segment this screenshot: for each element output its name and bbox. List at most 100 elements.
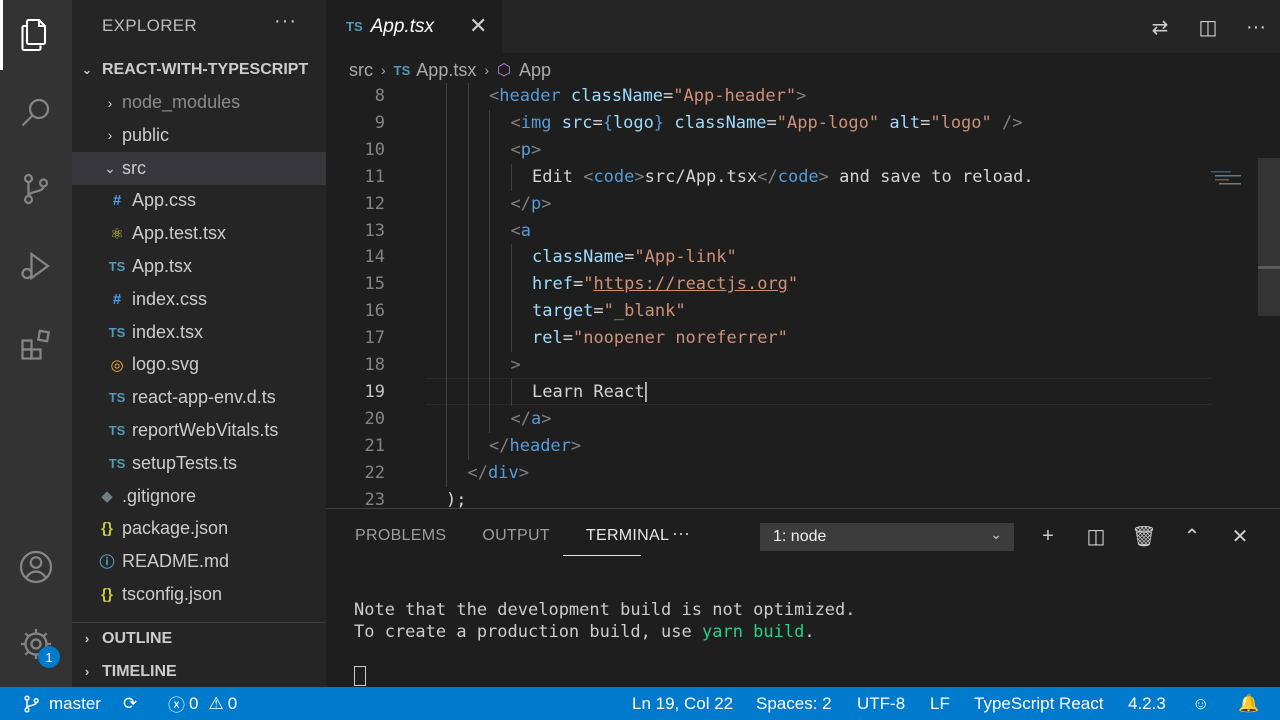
code-token: > [818, 166, 829, 187]
run-debug-icon[interactable] [0, 231, 72, 301]
bell-icon[interactable]: 🔔 [1238, 687, 1259, 720]
language-mode[interactable]: TypeScript React [974, 687, 1103, 720]
file-tree-item[interactable]: › public [72, 119, 326, 152]
terminal-output[interactable]: Note that the development build is not o… [354, 599, 856, 643]
test-file-icon: ⚛ [110, 225, 124, 243]
file-tree-label: react-app-env.d.ts [132, 387, 276, 408]
branch-indicator[interactable]: master [22, 687, 101, 720]
code-token: Learn React [532, 381, 645, 402]
outline-section[interactable]: › OUTLINE [72, 622, 326, 655]
code-line: 18 > [326, 352, 1226, 379]
indent-guide [467, 298, 469, 326]
trash-icon[interactable]: 🗑 [1120, 521, 1168, 551]
panel-more-button[interactable]: ··· [672, 523, 690, 544]
code-token: > [634, 166, 645, 187]
panel-tab-terminal[interactable]: TERMINAL [586, 527, 669, 547]
panel-tab-problems[interactable]: PROBLEMS [355, 527, 446, 547]
line-number: 10 [364, 139, 385, 160]
cursor-position[interactable]: Ln 19, Col 22 [632, 687, 733, 720]
indent-guide [489, 109, 490, 137]
extensions-icon[interactable] [0, 310, 72, 380]
file-tree-label: index.css [132, 288, 208, 309]
code-token: = [593, 301, 604, 322]
chevron-down-icon: ⌄ [990, 526, 1002, 542]
css-file-icon: # [112, 192, 122, 210]
line-number: 23 [364, 489, 385, 509]
explorer-more-button[interactable]: ··· [274, 10, 297, 33]
file-tree-item[interactable]: TS index.tsx [72, 316, 326, 349]
source-control-icon[interactable] [0, 154, 72, 224]
feedback-icon[interactable]: ☺ [1192, 687, 1209, 720]
code-text: <a [511, 218, 532, 245]
breadcrumb-folder[interactable]: src [349, 60, 373, 81]
account-icon[interactable] [0, 532, 72, 602]
file-tree-item[interactable]: # index.css [72, 283, 326, 316]
timeline-section[interactable]: › TIMELINE [72, 655, 326, 687]
more-actions-icon[interactable]: ··· [1232, 12, 1280, 42]
sync-icon[interactable]: ⟳ [123, 687, 137, 720]
open-changes-icon[interactable]: ⇄ [1136, 12, 1184, 42]
code-token: target [532, 301, 594, 322]
close-panel-icon[interactable]: ✕ [1216, 521, 1264, 551]
search-icon[interactable] [0, 77, 72, 147]
code-token: > [518, 462, 529, 483]
line-number: 20 [364, 408, 385, 429]
settings-gear-icon[interactable] [0, 609, 72, 679]
split-editor-icon[interactable]: ◫ [1184, 12, 1232, 42]
code-token: p [520, 139, 531, 160]
file-tree-item[interactable]: TS react-app-env.d.ts [72, 381, 326, 414]
ts-file-icon: TS [108, 455, 126, 471]
problems-indicator[interactable]: ⓧ 0 ⚠ 0 [168, 687, 237, 720]
file-tree-item[interactable]: TS App.tsx [72, 250, 326, 283]
code-token: </ [757, 166, 778, 187]
file-tree-item[interactable]: ⓘ README.md [72, 545, 326, 578]
code-text: <img src={logo} className="App-logo" alt… [511, 110, 1023, 137]
indent-guide [467, 352, 469, 379]
editor-scrollbar[interactable] [1258, 158, 1280, 316]
file-tree-item[interactable]: TS reportWebVitals.ts [72, 414, 326, 447]
encoding[interactable]: UTF-8 [857, 687, 905, 720]
tab-app-tsx[interactable]: TS App.tsx ✕ [326, 0, 502, 53]
code-token: className [532, 247, 625, 268]
terminal-cursor [354, 666, 366, 686]
file-tree-item[interactable]: › node_modules [72, 86, 326, 119]
new-terminal-icon[interactable]: + [1024, 521, 1072, 551]
line-ending[interactable]: LF [930, 687, 950, 720]
file-tree-label: src [122, 157, 146, 178]
file-tree-item[interactable]: ⚛ App.test.tsx [72, 217, 326, 250]
code-token: = [562, 328, 573, 349]
code-text: ); [446, 487, 466, 509]
breadcrumb-symbol[interactable]: App [519, 60, 551, 81]
close-icon[interactable]: ✕ [469, 13, 487, 39]
file-tree-item[interactable]: {} package.json [72, 512, 326, 545]
code-line: 17 rel="noopener noreferrer" [326, 325, 1226, 353]
file-tree-item[interactable]: # App.css [72, 184, 326, 217]
terminal-select[interactable]: 1: node ⌄ [760, 523, 1014, 551]
project-root-header[interactable]: ⌄ REACT-WITH-TYPESCRIPT [72, 53, 326, 86]
svg-file-icon: ◎ [110, 356, 124, 374]
code-text: Learn React [532, 379, 647, 406]
warning-icon: ⚠ [208, 693, 224, 713]
git-file-icon: ◆ [101, 488, 113, 506]
code-token: </ [489, 435, 510, 456]
ts-version[interactable]: 4.2.3 [1128, 687, 1166, 720]
split-terminal-icon[interactable]: ◫ [1072, 521, 1120, 551]
file-tree-item[interactable]: ◎ logo.svg [72, 348, 326, 381]
explorer-icon[interactable] [0, 0, 72, 70]
code-editor[interactable]: 8 <header className="App-header"> 9 <img sr… [326, 83, 1280, 508]
file-tree-label: setupTests.ts [132, 452, 238, 473]
file-tree-item[interactable]: {} tsconfig.json [72, 578, 326, 611]
file-tree-item[interactable]: ⌄ src [72, 151, 326, 185]
file-tree-item[interactable]: TS setupTests.ts [72, 447, 326, 480]
branch-name: master [49, 693, 101, 713]
breadcrumb-file[interactable]: App.tsx [416, 60, 476, 81]
maximize-panel-icon[interactable]: ⌃ [1168, 521, 1216, 551]
indent-guide [467, 405, 469, 433]
indentation[interactable]: Spaces: 2 [756, 687, 832, 720]
file-tree-item[interactable]: ◆ .gitignore [72, 480, 326, 513]
outline-label: OUTLINE [102, 629, 173, 647]
indent-guide [446, 83, 447, 110]
terminal-select-value: 1: node [773, 528, 827, 545]
code-line: 12 </p> [326, 190, 1226, 218]
panel-tab-output[interactable]: OUTPUT [482, 527, 550, 547]
